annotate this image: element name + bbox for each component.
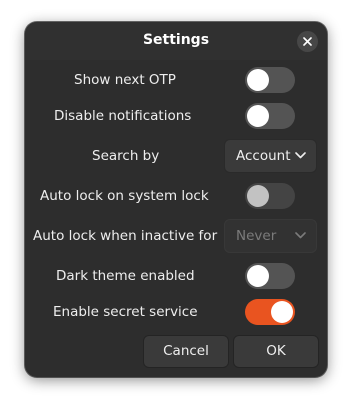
- show-next-otp-switch[interactable]: [245, 67, 295, 93]
- setting-row-dark-theme: Dark theme enabled: [25, 261, 327, 291]
- auto-lock-inactive-dropdown[interactable]: Never: [224, 219, 317, 253]
- dark-theme-switch[interactable]: [245, 263, 295, 289]
- cancel-button[interactable]: Cancel: [143, 335, 229, 368]
- auto-lock-inactive-label: Auto lock when inactive for: [33, 228, 218, 244]
- chevron-down-icon: [295, 232, 306, 239]
- auto-lock-system-switch[interactable]: [245, 183, 295, 209]
- setting-row-secret-service: Enable secret service: [25, 297, 327, 327]
- close-icon: [303, 37, 312, 46]
- search-by-label: Search by: [92, 148, 160, 164]
- disable-notifications-label: Disable notifications: [54, 108, 192, 124]
- settings-dialog: Settings Show next OTP Disable notificat…: [25, 22, 327, 377]
- switch-knob: [247, 69, 269, 91]
- setting-row-search-by: Search by Account: [25, 139, 327, 173]
- chevron-down-icon: [295, 152, 306, 159]
- show-next-otp-label: Show next OTP: [74, 72, 176, 88]
- setting-row-auto-lock-system: Auto lock on system lock: [25, 181, 327, 211]
- disable-notifications-switch[interactable]: [245, 103, 295, 129]
- dark-theme-label: Dark theme enabled: [56, 268, 195, 284]
- secret-service-switch[interactable]: [245, 299, 295, 325]
- search-by-value: Account: [236, 148, 291, 164]
- ok-button[interactable]: OK: [233, 335, 319, 368]
- setting-row-disable-notifications: Disable notifications: [25, 101, 327, 131]
- setting-row-show-next-otp: Show next OTP: [25, 65, 327, 95]
- search-by-dropdown[interactable]: Account: [224, 139, 317, 173]
- setting-row-auto-lock-inactive: Auto lock when inactive for Never: [25, 219, 327, 253]
- switch-knob: [247, 265, 269, 287]
- switch-knob: [247, 185, 269, 207]
- dialog-title: Settings: [142, 32, 210, 48]
- titlebar: Settings: [25, 22, 327, 60]
- secret-service-label: Enable secret service: [53, 304, 198, 320]
- switch-knob: [271, 301, 293, 323]
- close-button[interactable]: [297, 31, 318, 52]
- switch-knob: [247, 105, 269, 127]
- auto-lock-system-label: Auto lock on system lock: [40, 188, 209, 204]
- auto-lock-inactive-value: Never: [236, 228, 277, 244]
